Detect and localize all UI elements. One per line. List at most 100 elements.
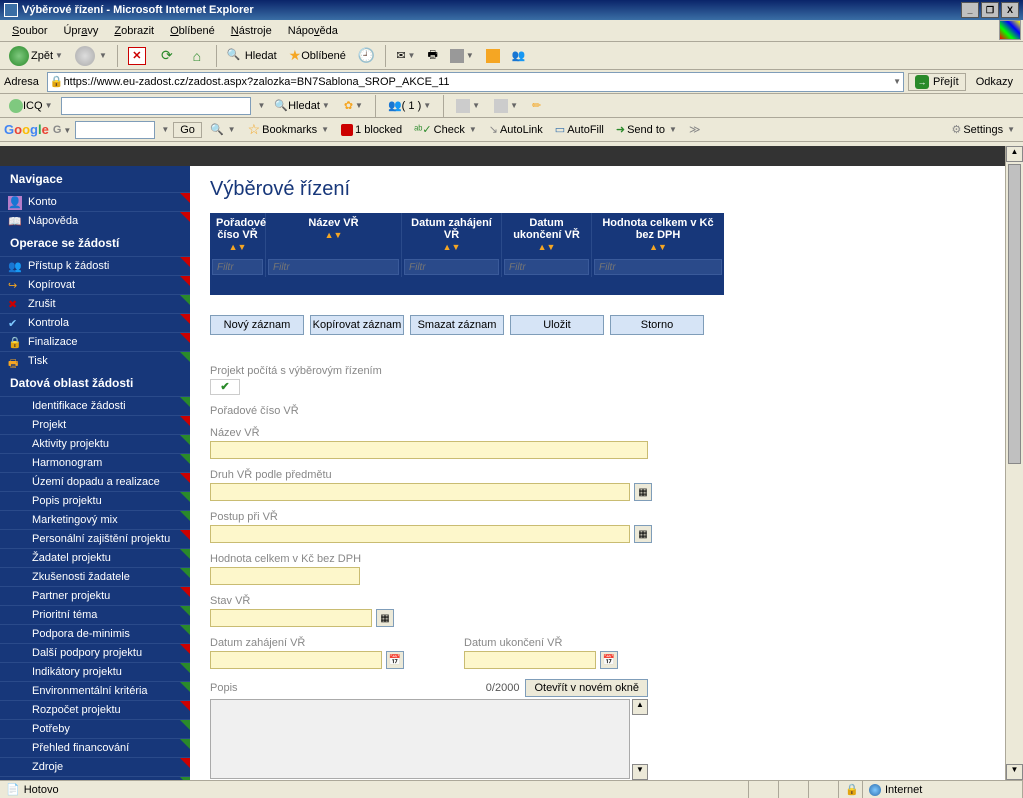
nav-sub-item[interactable]: Zkušenosti žadatele <box>0 567 190 586</box>
col-datum-ukonceni[interactable]: Datum ukončení VŘ▲▼ <box>502 213 592 257</box>
calendar-ukonceni[interactable]: 📅 <box>600 651 618 669</box>
scroll-down-arrow[interactable]: ▼ <box>1006 764 1023 780</box>
nav-sub-item[interactable]: Indikátory projektu <box>0 662 190 681</box>
textarea-scroll-down[interactable]: ▼ <box>632 764 648 780</box>
textarea-popis[interactable] <box>210 699 630 779</box>
cancel-button[interactable]: Storno <box>610 315 704 335</box>
calendar-zahajeni[interactable]: 📅 <box>386 651 404 669</box>
vertical-scrollbar[interactable]: ▲ ▼ <box>1005 146 1023 780</box>
checkbox-indicator[interactable]: ✔ <box>210 379 240 395</box>
google-search-input[interactable] <box>75 121 155 139</box>
nav-sub-item[interactable]: Aktivity projektu <box>0 434 190 453</box>
address-dropdown-icon[interactable]: ▼ <box>893 77 901 86</box>
close-button[interactable]: X <box>1001 2 1019 18</box>
nav-konto[interactable]: 👤Konto <box>0 192 190 211</box>
go-button[interactable]: →Přejít <box>908 73 966 91</box>
picker-postup[interactable]: ▦ <box>634 525 652 543</box>
col-datum-zahajeni[interactable]: Datum zahájení VŘ▲▼ <box>402 213 502 257</box>
refresh-button[interactable]: ⟳ <box>153 44 181 68</box>
links-label[interactable]: Odkazy <box>970 76 1019 88</box>
input-datum-ukonceni[interactable] <box>464 651 596 669</box>
nav-sub-item[interactable]: Zdroje <box>0 757 190 776</box>
google-search-dropdown[interactable]: ▼ <box>161 125 169 134</box>
scroll-thumb[interactable] <box>1008 164 1021 464</box>
print-button[interactable]: 🖶 <box>422 43 442 68</box>
menu-view[interactable]: Zobrazit <box>106 23 162 39</box>
nav-sub-item[interactable]: Environmentální kritéria <box>0 681 190 700</box>
messenger-button[interactable]: 👥 <box>507 46 531 65</box>
sort-icon[interactable]: ▲▼ <box>229 242 247 252</box>
textarea-scroll-up[interactable]: ▲ <box>632 699 648 715</box>
nav-sub-item[interactable]: Personální zajištění projektu <box>0 529 190 548</box>
nav-sub-item[interactable]: Podpora de-minimis <box>0 624 190 643</box>
open-new-window-button[interactable]: Otevřít v novém okně <box>525 679 648 697</box>
picker-stav[interactable]: ▦ <box>376 609 394 627</box>
nav-sub-item[interactable]: Popis projektu <box>0 491 190 510</box>
nav-kopirovat[interactable]: ↪Kopírovat <box>0 275 190 294</box>
icq-button[interactable]: ICQ▼ <box>4 96 57 116</box>
filter-nazev[interactable] <box>268 259 399 275</box>
minimize-button[interactable]: _ <box>961 2 979 18</box>
google-sendto[interactable]: ➜Send to▼ <box>612 123 681 136</box>
mail-button[interactable]: ✉▼ <box>391 46 420 65</box>
sort-icon[interactable]: ▲▼ <box>443 242 461 252</box>
col-nazev[interactable]: Název VŘ▲▼ <box>266 213 402 257</box>
google-autofill[interactable]: ▭AutoFill <box>551 123 608 136</box>
home-button[interactable]: ⌂ <box>183 44 211 68</box>
nav-sub-item[interactable]: Identifikace žádosti <box>0 396 190 415</box>
input-nazev[interactable] <box>210 441 648 459</box>
input-postup[interactable] <box>210 525 630 543</box>
icq-people-button[interactable]: 👥( 1 )▼ <box>383 96 436 115</box>
new-record-button[interactable]: Nový záznam <box>210 315 304 335</box>
google-spellcheck[interactable]: ᵃᵇ✓Check▼ <box>410 123 481 136</box>
filter-hodnota[interactable] <box>594 259 722 275</box>
google-sep[interactable]: ≫ <box>685 123 705 136</box>
google-logo[interactable]: Google <box>4 122 49 137</box>
icq-search-dropdown[interactable]: ▼ <box>257 101 265 110</box>
nav-sub-item[interactable]: Projekt <box>0 415 190 434</box>
input-datum-zahajeni[interactable] <box>210 651 382 669</box>
back-button[interactable]: Zpět▼ <box>4 43 68 69</box>
nav-sub-item[interactable]: Potřeby <box>0 719 190 738</box>
col-poradove[interactable]: Pořadové číso VŘ▲▼ <box>210 213 266 257</box>
sort-icon[interactable]: ▲▼ <box>325 230 343 240</box>
restore-button[interactable]: ❐ <box>981 2 999 18</box>
google-popup-blocker[interactable]: 1 blocked <box>337 124 406 136</box>
icq-search-button[interactable]: 🔍Hledat▼ <box>269 96 334 115</box>
sort-icon[interactable]: ▲▼ <box>538 242 556 252</box>
nav-sub-item[interactable]: Rozpočet projektu <box>0 700 190 719</box>
icq-search-input[interactable] <box>61 97 251 115</box>
nav-tisk[interactable]: 🖶Tisk <box>0 351 190 370</box>
filter-poradove[interactable] <box>212 259 263 275</box>
nav-sub-item[interactable]: Území dopadu a realizace <box>0 472 190 491</box>
edit-button[interactable]: ▼ <box>445 46 479 66</box>
forward-button[interactable]: ▼ <box>70 43 112 69</box>
discuss-button[interactable] <box>481 46 505 66</box>
delete-record-button[interactable]: Smazat záznam <box>410 315 504 335</box>
input-stav[interactable] <box>210 609 372 627</box>
nav-sub-item[interactable]: Harmonogram <box>0 453 190 472</box>
nav-sub-item[interactable]: Další podpory projektu <box>0 643 190 662</box>
nav-pristup[interactable]: 👥Přístup k žádosti <box>0 256 190 275</box>
nav-sub-item[interactable]: Partner projektu <box>0 586 190 605</box>
nav-sub-item[interactable]: Marketingový mix <box>0 510 190 529</box>
google-go-button[interactable]: Go <box>173 122 202 138</box>
history-button[interactable]: 🕘 <box>353 44 380 67</box>
menu-help[interactable]: Nápověda <box>280 23 346 39</box>
sort-icon[interactable]: ▲▼ <box>649 242 667 252</box>
address-input[interactable] <box>64 76 892 88</box>
input-druh[interactable] <box>210 483 630 501</box>
status-zone[interactable]: Internet <box>863 781 1023 798</box>
copy-record-button[interactable]: Kopírovat záznam <box>310 315 404 335</box>
google-settings[interactable]: ⚙Settings▼ <box>947 123 1019 136</box>
nav-sub-item[interactable]: Prioritní téma <box>0 605 190 624</box>
search-button[interactable]: 🔍Hledat <box>222 45 282 67</box>
save-button[interactable]: Uložit <box>510 315 604 335</box>
icq-flower-button[interactable]: ✿▼ <box>339 96 368 115</box>
menu-edit[interactable]: Úpravy <box>55 23 106 39</box>
scroll-up-arrow[interactable]: ▲ <box>1006 146 1023 162</box>
address-input-wrap[interactable]: 🔒 ▼ <box>47 72 904 92</box>
google-autolink[interactable]: ↘AutoLink <box>485 123 547 136</box>
icq-tool3[interactable]: ✏ <box>527 96 546 115</box>
favorites-button[interactable]: ★Oblíbené <box>284 44 351 67</box>
